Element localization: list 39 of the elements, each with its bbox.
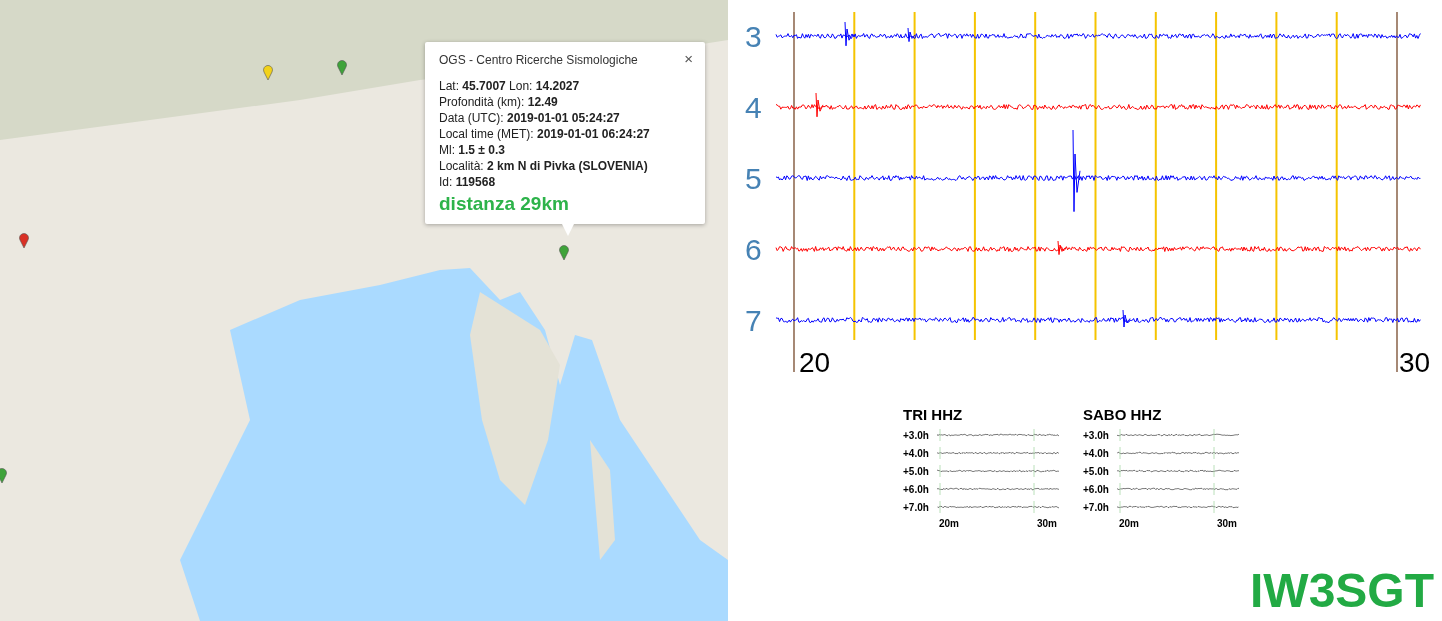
trace-label: 3 xyxy=(745,20,762,53)
minute-label: 30m xyxy=(1037,517,1057,531)
map-pin-icon[interactable] xyxy=(0,467,7,483)
hour-label: +4.0h xyxy=(1083,446,1110,461)
popup-detail: Data (UTC): 2019-01-01 05:24:27 xyxy=(439,110,621,126)
hour-label: +4.0h xyxy=(903,446,930,461)
hour-label: +3.0h xyxy=(1083,428,1110,443)
hour-label: +6.0h xyxy=(1083,482,1110,497)
popup-detail: Lat: 45.7007 Lon: 14.2027 xyxy=(439,78,581,94)
map-pin-icon[interactable] xyxy=(263,64,273,80)
helicorder-title: TRI HHZ xyxy=(903,406,964,424)
map-pin-icon[interactable] xyxy=(559,244,569,260)
minute-label: 30m xyxy=(1217,517,1237,531)
hour-label: +7.0h xyxy=(1083,500,1110,515)
popup-detail: Local time (MET): 2019-01-01 06:24:27 xyxy=(439,126,651,142)
axis-tick-label: 30 xyxy=(1399,347,1431,378)
callsign-text: IW3SGT xyxy=(1250,565,1434,617)
distance-text: distanza 29km xyxy=(439,192,570,216)
helicorder-title: SABO HHZ xyxy=(1083,406,1163,424)
hour-label: +5.0h xyxy=(903,464,930,479)
close-button[interactable]: × xyxy=(684,52,693,66)
trace-label: 6 xyxy=(745,233,762,266)
hour-label: +5.0h xyxy=(1083,464,1110,479)
hour-label: +6.0h xyxy=(903,482,930,497)
trace-label: 4 xyxy=(745,91,762,124)
popup-title: OGS - Centro Ricerche Sismologiche xyxy=(439,52,638,68)
axis-tick-label: 20 xyxy=(799,347,831,378)
hour-label: +3.0h xyxy=(903,428,930,443)
map-pin-icon[interactable] xyxy=(19,232,29,248)
trace-label: 5 xyxy=(745,162,762,195)
popup-detail: Ml: 1.5 ± 0.3 xyxy=(439,142,506,158)
trace-label: 7 xyxy=(745,304,762,337)
minute-label: 20m xyxy=(939,517,959,531)
popup-detail: Profondità (km): 12.49 xyxy=(439,94,559,110)
popup-detail: Id: 119568 xyxy=(439,174,497,190)
hour-label: +7.0h xyxy=(903,500,930,515)
popup-detail: Località: 2 km N di Pivka (SLOVENIA) xyxy=(439,158,649,174)
map-pin-icon[interactable] xyxy=(337,59,347,75)
minute-label: 20m xyxy=(1119,517,1139,531)
